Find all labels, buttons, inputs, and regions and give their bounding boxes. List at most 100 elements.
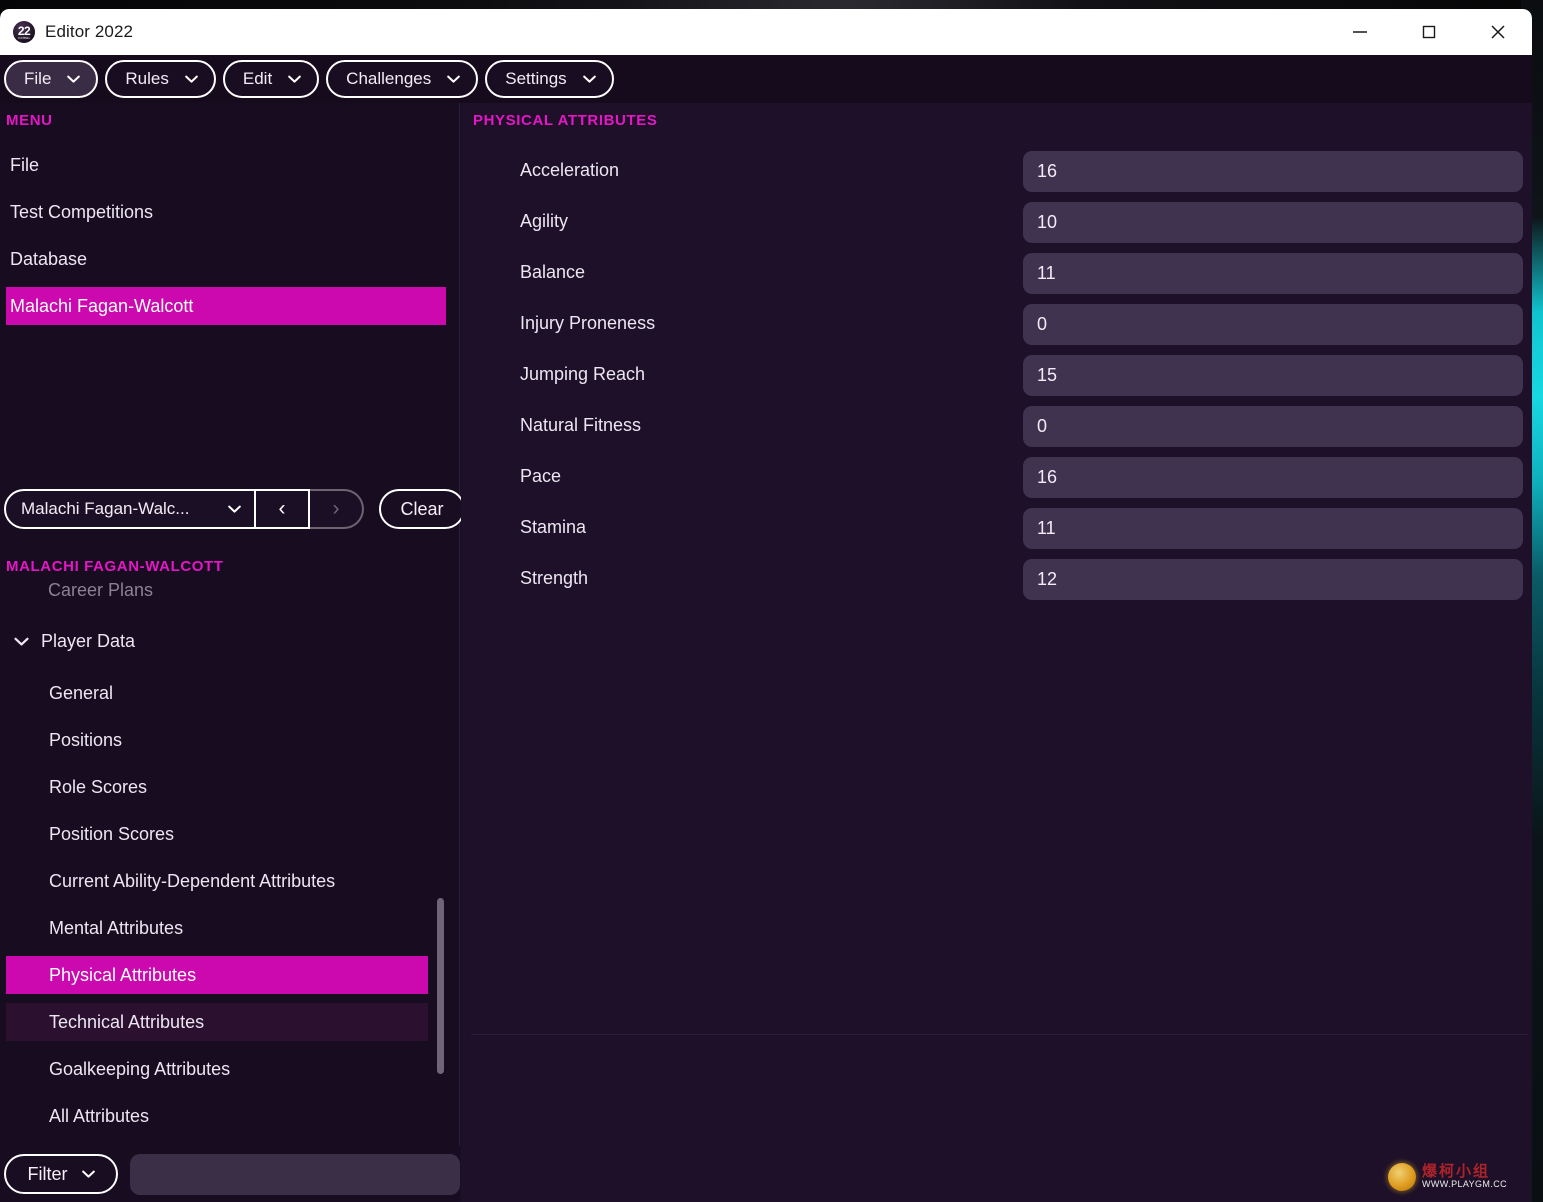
sidebar-item-all-attributes[interactable]: All Attributes <box>6 1097 428 1135</box>
menubar-item-challenges[interactable]: Challenges <box>326 60 479 98</box>
watermark-cn-label: 爆柯小组 <box>1422 1162 1491 1180</box>
attribute-label-pace: Pace <box>520 466 562 486</box>
attribute-row: Pace <box>461 457 1532 508</box>
close-button[interactable] <box>1463 9 1532 55</box>
career-plans-label: Career Plans <box>48 580 154 600</box>
page-title: PHYSICAL ATTRIBUTES <box>473 112 658 129</box>
chevron-down-icon <box>447 75 461 83</box>
chevron-down-icon <box>185 75 198 83</box>
sidebar-item-physical-attributes[interactable]: Physical Attributes <box>6 956 428 994</box>
attribute-row: Stamina <box>461 508 1532 559</box>
previous-player-button[interactable]: ‹ <box>256 489 310 529</box>
attribute-value-strength[interactable] <box>1023 559 1523 600</box>
menubar-item-rules[interactable]: Rules <box>105 60 216 98</box>
watermark-url-label: WWW.PLAYGM.CC <box>1422 1179 1508 1190</box>
watermark-text: 爆柯小组 WWW.PLAYGM.CC <box>1422 1162 1508 1190</box>
sidebar-item-player[interactable]: Malachi Fagan-Walcott <box>6 287 446 325</box>
attribute-value-stamina[interactable] <box>1023 508 1523 549</box>
sidebar-item-file-label: File <box>10 154 40 175</box>
clear-button-label: Clear <box>400 498 444 519</box>
menubar-item-file-label: File <box>24 69 52 88</box>
chevron-down-icon <box>67 75 81 83</box>
watermark-sun-icon <box>1388 1163 1416 1191</box>
sidebar-item-current-ability-dependent-attributes[interactable]: Current Ability-Dependent Attributes <box>6 862 428 900</box>
menubar-item-settings-label: Settings <box>505 69 567 88</box>
attribute-label-stamina: Stamina <box>520 517 587 537</box>
maximize-button[interactable] <box>1394 9 1463 55</box>
attribute-row: Balance <box>461 253 1532 304</box>
minimize-icon <box>1352 31 1367 33</box>
chevron-down-icon <box>582 75 596 83</box>
filter-bar: Filter <box>0 1146 460 1202</box>
sidebar-item-technical-attributes-label: Technical Attributes <box>49 1011 205 1032</box>
menu-bar: File Rules Edit Challenges Settings <box>0 55 1532 103</box>
attribute-label-agility: Agility <box>520 211 569 231</box>
sidebar-item-database-label: Database <box>10 248 88 269</box>
filter-button[interactable]: Filter <box>4 1154 118 1194</box>
attribute-value-balance[interactable] <box>1023 253 1523 294</box>
sidebar-item-career-plans[interactable]: Career Plans <box>48 580 153 601</box>
sidebar-item-all-attributes-label: All Attributes <box>49 1105 150 1126</box>
attribute-label-jumping-reach: Jumping Reach <box>520 364 646 384</box>
attribute-value-agility[interactable] <box>1023 202 1523 243</box>
maximize-icon <box>1422 25 1435 39</box>
next-player-button[interactable]: › <box>310 489 364 529</box>
title-bar: 22 FOOTBALL Editor 2022 <box>0 9 1532 55</box>
watermark: 爆柯小组 WWW.PLAYGM.CC <box>1388 1156 1520 1198</box>
sidebar-item-technical-attributes[interactable]: Technical Attributes <box>6 1003 428 1041</box>
player-selector: Malachi Fagan-Walc... ‹ › Clear <box>4 489 465 529</box>
attribute-value-acceleration[interactable] <box>1023 151 1523 192</box>
player-heading: MALACHI FAGAN-WALCOTT <box>6 558 224 575</box>
chevron-down-icon <box>14 637 29 646</box>
application-window: 22 FOOTBALL Editor 2022 File Rules Edit … <box>0 9 1532 1202</box>
attribute-row: Acceleration <box>461 151 1532 202</box>
sidebar-group-player-data[interactable]: Player Data <box>14 631 135 652</box>
player-data-label: Player Data <box>41 631 136 651</box>
sidebar-item-mental-attributes[interactable]: Mental Attributes <box>6 909 428 947</box>
attribute-row: Agility <box>461 202 1532 253</box>
sidebar-menu-heading: MENU <box>6 112 53 129</box>
sidebar-item-role-scores[interactable]: Role Scores <box>6 768 428 806</box>
player-dropdown-value: Malachi Fagan-Walc... <box>21 499 190 518</box>
attribute-label-strength: Strength <box>520 568 589 588</box>
close-icon <box>1490 25 1505 39</box>
sidebar-item-position-scores[interactable]: Position Scores <box>6 815 428 853</box>
sidebar-item-general-label: General <box>49 682 114 703</box>
filter-input[interactable] <box>130 1153 460 1195</box>
window-title: Editor 2022 <box>45 22 134 41</box>
menubar-item-file[interactable]: File <box>4 60 99 98</box>
menubar-item-settings[interactable]: Settings <box>485 60 614 98</box>
sidebar-item-test-competitions-label: Test Competitions <box>10 201 154 222</box>
sidebar-item-general[interactable]: General <box>6 674 428 712</box>
main-panel: PHYSICAL ATTRIBUTES Acceleration Agility… <box>461 103 1532 1202</box>
sidebar-item-test-competitions[interactable]: Test Competitions <box>6 193 446 231</box>
sidebar-item-mental-attributes-label: Mental Attributes <box>49 917 184 938</box>
sidebar-item-database[interactable]: Database <box>6 240 446 278</box>
clear-button[interactable]: Clear <box>379 489 465 529</box>
sidebar-item-physical-attributes-label: Physical Attributes <box>49 964 197 985</box>
chevron-down-icon <box>228 505 241 513</box>
sidebar-item-positions-label: Positions <box>49 729 123 750</box>
chevron-right-icon: › <box>332 497 340 520</box>
app-logo-number: 22 <box>17 23 31 38</box>
menubar-item-rules-label: Rules <box>125 69 169 88</box>
sidebar-item-goalkeeping-attributes-label: Goalkeeping Attributes <box>49 1058 231 1079</box>
sidebar-scrollbar-thumb[interactable] <box>437 898 444 1074</box>
attribute-value-pace[interactable] <box>1023 457 1523 498</box>
attribute-label-balance: Balance <box>520 262 586 282</box>
attribute-value-injury-proneness[interactable] <box>1023 304 1523 345</box>
minimize-button[interactable] <box>1325 9 1394 55</box>
sidebar: MENU File Test Competitions Database Mal… <box>0 103 465 1202</box>
player-dropdown[interactable]: Malachi Fagan-Walc... <box>4 489 256 529</box>
attribute-value-jumping-reach[interactable] <box>1023 355 1523 396</box>
sidebar-item-goalkeeping-attributes[interactable]: Goalkeeping Attributes <box>6 1050 428 1088</box>
attribute-row: Natural Fitness <box>461 406 1532 457</box>
sidebar-item-role-scores-label: Role Scores <box>49 776 148 797</box>
filter-button-label: Filter <box>27 1163 68 1184</box>
content-area: MENU File Test Competitions Database Mal… <box>0 103 1532 1202</box>
attribute-value-natural-fitness[interactable] <box>1023 406 1523 447</box>
chevron-down-icon <box>288 75 301 83</box>
menubar-item-edit[interactable]: Edit <box>222 60 320 98</box>
sidebar-item-file[interactable]: File <box>6 146 446 184</box>
sidebar-item-positions[interactable]: Positions <box>6 721 428 759</box>
